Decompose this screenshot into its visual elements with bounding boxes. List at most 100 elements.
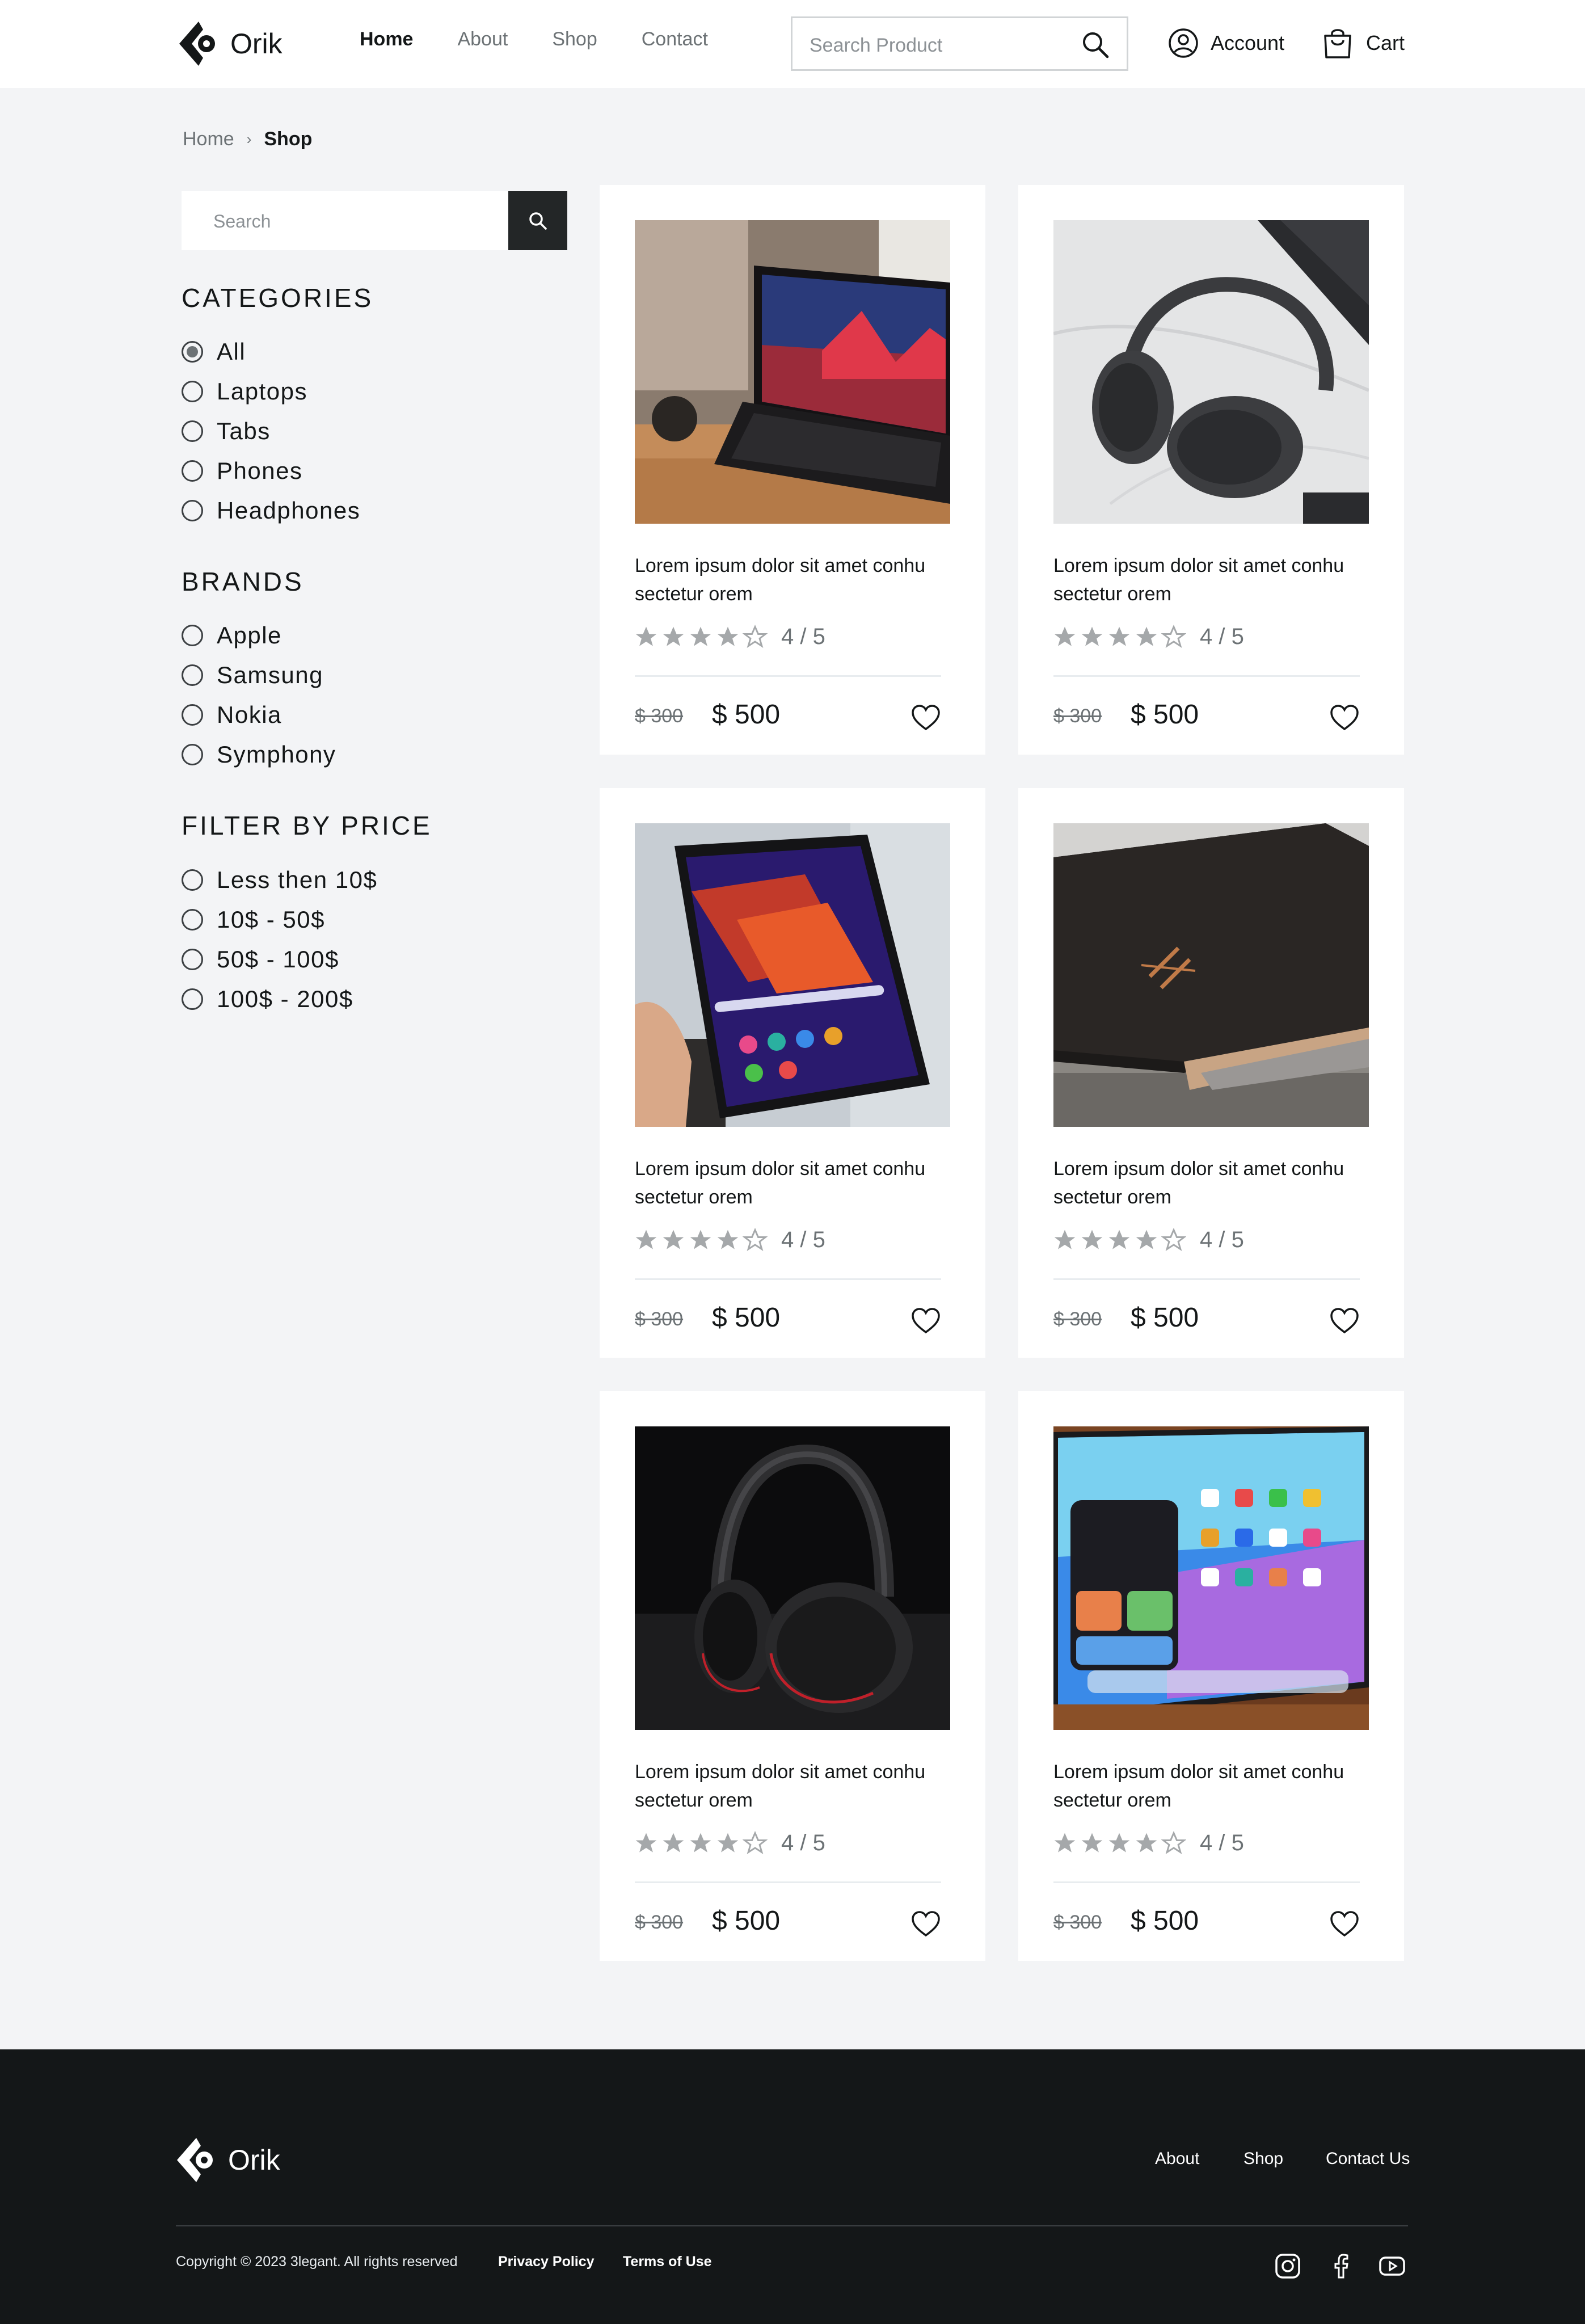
price-option-2[interactable]: 10$ - 50$ (182, 906, 325, 933)
nav-about[interactable]: About (457, 28, 508, 50)
product-title[interactable]: Lorem ipsum dolor sit amet conhu sectetu… (1053, 551, 1371, 608)
breadcrumb-current: Shop (264, 128, 313, 150)
price: $ 500 (712, 1906, 781, 1936)
radio[interactable] (182, 869, 203, 891)
sidebar-search-button[interactable] (508, 191, 567, 250)
star-outline-icon (743, 1227, 768, 1251)
price: $ 500 (1131, 700, 1199, 730)
nav-shop[interactable]: Shop (552, 28, 597, 50)
option-label: All (217, 338, 246, 365)
brand-option-symphony[interactable]: Symphony (182, 741, 336, 768)
product-image[interactable] (635, 823, 950, 1127)
option-label: 50$ - 100$ (217, 946, 339, 972)
product-card[interactable]: Lorem ipsum dolor sit amet conhu sectetu… (1018, 788, 1404, 1358)
price-option-3[interactable]: 50$ - 100$ (182, 946, 339, 973)
nav-home[interactable]: Home (360, 28, 413, 50)
footer-divider (176, 2225, 1408, 2226)
radio[interactable] (182, 625, 203, 646)
account-button[interactable]: Account (1167, 25, 1284, 61)
product-image[interactable] (1053, 1426, 1369, 1730)
brand-option-nokia[interactable]: Nokia (182, 701, 282, 729)
category-option-phones[interactable]: Phones (182, 457, 302, 485)
facebook-icon[interactable] (1327, 2253, 1355, 2280)
option-label: Samsung (217, 662, 323, 688)
radio[interactable] (182, 460, 203, 482)
brand-option-samsung[interactable]: Samsung (182, 662, 323, 689)
price-filter-heading: FILTER BY PRICE (182, 811, 432, 840)
product-card[interactable]: Lorem ipsum dolor sit amet conhu sectetu… (1018, 185, 1404, 755)
radio-selected[interactable] (182, 341, 203, 363)
option-label: Tabs (217, 418, 271, 444)
product-search-input[interactable]: Search Product (791, 16, 1128, 71)
star-filled-icon (663, 626, 684, 646)
footer-logo[interactable]: Orik (176, 2137, 280, 2183)
heart-icon[interactable] (1329, 1307, 1360, 1335)
brand-option-apple[interactable]: Apple (182, 622, 282, 649)
category-option-laptops[interactable]: Laptops (182, 378, 307, 405)
product-title[interactable]: Lorem ipsum dolor sit amet conhu sectetu… (635, 1155, 952, 1211)
heart-icon[interactable] (1329, 704, 1360, 732)
product-title[interactable]: Lorem ipsum dolor sit amet conhu sectetu… (635, 551, 952, 608)
radio[interactable] (182, 664, 203, 686)
product-image[interactable] (1053, 220, 1369, 524)
category-option-all[interactable]: All (182, 338, 246, 365)
footer-link-about[interactable]: About (1155, 2149, 1199, 2169)
product-image[interactable] (635, 220, 950, 524)
radio[interactable] (182, 744, 203, 765)
terms-link[interactable]: Terms of Use (623, 2254, 712, 2270)
product-image[interactable] (635, 1426, 950, 1730)
category-option-headphones[interactable]: Headphones (182, 497, 360, 524)
instagram-icon[interactable] (1274, 2253, 1301, 2280)
product-card[interactable]: Lorem ipsum dolor sit amet conhu sectetu… (600, 788, 985, 1358)
radio[interactable] (182, 381, 203, 402)
star-filled-icon (690, 1230, 711, 1249)
radio[interactable] (182, 704, 203, 726)
heart-icon[interactable] (910, 1307, 941, 1335)
radio[interactable] (182, 500, 203, 521)
category-option-tabs[interactable]: Tabs (182, 418, 271, 445)
product-card[interactable]: Lorem ipsum dolor sit amet conhu sectetu… (600, 185, 985, 755)
nav-contact[interactable]: Contact (642, 28, 708, 50)
star-filled-icon (635, 626, 657, 646)
footer-link-shop[interactable]: Shop (1243, 2149, 1283, 2169)
card-divider (635, 1278, 941, 1280)
account-label: Account (1211, 31, 1285, 54)
footer-link-contact[interactable]: Contact Us (1326, 2149, 1410, 2169)
radio[interactable] (182, 988, 203, 1010)
product-title[interactable]: Lorem ipsum dolor sit amet conhu sectetu… (1053, 1155, 1371, 1211)
heart-icon[interactable] (1329, 1910, 1360, 1938)
price-option-4[interactable]: 100$ - 200$ (182, 986, 353, 1013)
cart-button[interactable]: Cart (1322, 25, 1405, 61)
star-filled-icon (690, 1833, 711, 1853)
radio[interactable] (182, 420, 203, 442)
product-image[interactable] (1053, 823, 1369, 1127)
option-label: Symphony (217, 741, 336, 768)
star-outline-icon (1161, 624, 1186, 648)
heart-icon[interactable] (910, 1910, 941, 1938)
heart-icon[interactable] (910, 704, 941, 732)
youtube-icon[interactable] (1379, 2253, 1406, 2280)
old-price: $ 300 (1053, 705, 1102, 727)
price-option-1[interactable]: Less then 10$ (182, 866, 377, 894)
product-card[interactable]: Lorem ipsum dolor sit amet conhu sectetu… (1018, 1391, 1404, 1961)
star-filled-icon (717, 626, 739, 646)
product-card[interactable]: Lorem ipsum dolor sit amet conhu sectetu… (600, 1391, 985, 1961)
logo[interactable]: Orik (178, 20, 283, 67)
star-filled-icon (1054, 626, 1076, 646)
star-filled-icon (717, 1833, 739, 1853)
search-icon[interactable] (1081, 31, 1110, 59)
privacy-policy-link[interactable]: Privacy Policy (498, 2254, 595, 2270)
sidebar-search-input[interactable]: Search (182, 191, 567, 250)
option-label: Laptops (217, 378, 307, 405)
star-filled-icon (663, 1230, 684, 1249)
star-filled-icon (1108, 1230, 1130, 1249)
star-filled-icon (663, 1833, 684, 1853)
breadcrumb-home[interactable]: Home (183, 128, 234, 150)
card-divider (1053, 675, 1360, 677)
product-title[interactable]: Lorem ipsum dolor sit amet conhu sectetu… (1053, 1758, 1371, 1814)
old-price: $ 300 (635, 1308, 684, 1330)
product-title[interactable]: Lorem ipsum dolor sit amet conhu sectetu… (635, 1758, 952, 1814)
radio[interactable] (182, 949, 203, 970)
star-filled-icon (1081, 626, 1103, 646)
radio[interactable] (182, 909, 203, 931)
